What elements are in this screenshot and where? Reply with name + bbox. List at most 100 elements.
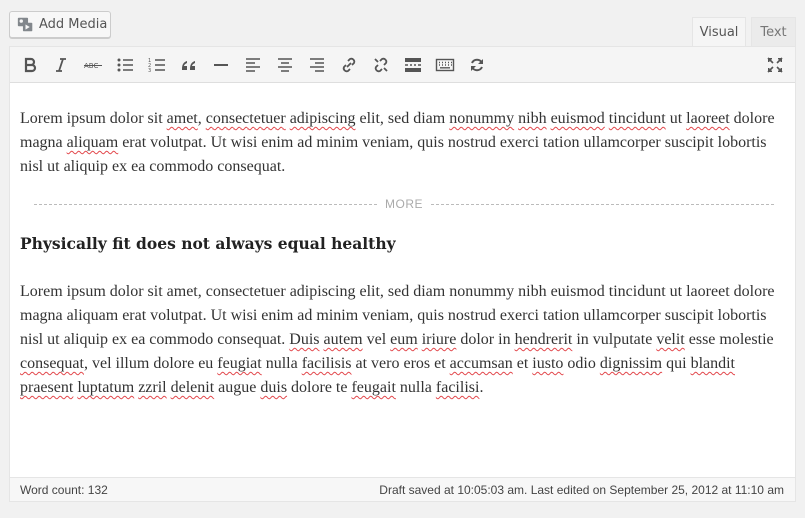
text-run: esse molestie (684, 331, 774, 348)
text-run: dolor in (456, 331, 515, 348)
misspelled-word: adipiscing (289, 110, 356, 127)
word-count: Word count: 132 (20, 483, 108, 497)
refresh-icon (471, 58, 483, 72)
media-icon (17, 16, 34, 33)
read-more-icon (405, 58, 421, 72)
misspelled-word: nibh (518, 110, 547, 127)
misspelled-word: facilisis (301, 355, 352, 372)
misspelled-word: facilisi (435, 379, 480, 396)
misspelled-word: iusto (532, 355, 564, 372)
text-run: Lorem ipsum dolor sit (20, 110, 167, 127)
strikethrough-button[interactable]: ABC (79, 50, 107, 80)
add-media-label: Add Media (39, 17, 108, 32)
misspelled-word: feugait (351, 379, 396, 396)
misspelled-word: velit (656, 331, 685, 348)
horizontal-line-icon (214, 64, 228, 66)
misspelled-word: feugiat (217, 355, 262, 372)
paragraph-2: Lorem ipsum dolor sit amet, consectetuer… (20, 280, 785, 400)
text-run: odio (563, 355, 600, 372)
text-run: elit, sed diam (355, 110, 450, 127)
text-run: dolore te (287, 379, 352, 396)
text-run: augue (214, 379, 261, 396)
toolbar-toggle-button[interactable] (431, 50, 459, 80)
text-run: ut (665, 110, 687, 127)
misspelled-word: amet (166, 110, 198, 127)
more-dash-left (34, 203, 377, 205)
misspelled-word: delenit (170, 379, 215, 396)
status-bar: Word count: 132 Draft saved at 10:05:03 … (10, 477, 795, 501)
numbered-list-icon: 123 (148, 58, 165, 74)
italic-icon (56, 58, 66, 72)
misspelled-word: aliquam (66, 134, 119, 151)
align-right-button[interactable] (303, 50, 331, 80)
text-run: qui (662, 355, 691, 372)
draft-status: Draft saved at 10:05:03 am. Last edited … (379, 483, 784, 497)
bulleted-list-icon (117, 58, 133, 72)
text-run: at vero eros et (351, 355, 450, 372)
editor-container: ABC 123 Lorem ipsum dolor sit amet, cons… (9, 46, 796, 502)
italic-button[interactable] (47, 50, 75, 80)
refresh-button[interactable] (463, 50, 491, 80)
misspelled-word: zzril (138, 379, 167, 396)
keyboard-icon (435, 58, 455, 72)
unlink-icon (374, 57, 388, 73)
read-more-separator: MORE (34, 196, 774, 212)
text-run: erat volutpat. Ut wisi enim ad minim ven… (20, 134, 767, 175)
more-label: MORE (385, 197, 423, 211)
strikethrough-icon: ABC (84, 62, 102, 70)
text-run: . (479, 379, 484, 396)
remove-link-button[interactable] (367, 50, 395, 80)
text-run: in vulputate (572, 331, 657, 348)
fullscreen-button[interactable] (761, 50, 789, 80)
misspelled-word: dignissim (599, 355, 663, 372)
svg-text:3: 3 (148, 68, 151, 74)
misspelled-word: euismod (550, 110, 605, 127)
horizontal-line-button[interactable] (207, 50, 235, 80)
text-run: et (512, 355, 533, 372)
paragraph-1: Lorem ipsum dolor sit amet, consectetuer… (20, 107, 785, 179)
misspelled-word: nonummy (449, 110, 515, 127)
misspelled-word: consectetuer (205, 110, 286, 127)
text-run: , vel illum dolore eu (83, 355, 218, 372)
misspelled-word: luptatum (77, 379, 135, 396)
bold-icon (24, 57, 37, 73)
misspelled-word: eum (390, 331, 418, 348)
content-heading: Physically fit does not always equal hea… (20, 234, 396, 253)
misspelled-word: iriure (421, 331, 457, 348)
insert-link-button[interactable] (335, 50, 363, 80)
align-right-icon (310, 58, 324, 72)
add-media-button[interactable]: Add Media (9, 11, 111, 38)
blockquote-icon (182, 61, 195, 70)
text-run: nulla (261, 355, 302, 372)
tab-text[interactable]: Text (751, 17, 796, 46)
align-left-button[interactable] (239, 50, 267, 80)
blockquote-button[interactable] (175, 50, 203, 80)
misspelled-word: laoreet (686, 110, 730, 127)
bulleted-list-button[interactable] (111, 50, 139, 80)
align-left-icon (246, 58, 260, 72)
editor-content-area-2[interactable]: Lorem ipsum dolor sit amet, consectetuer… (20, 280, 785, 400)
misspelled-word: Duis (289, 331, 320, 348)
misspelled-word: blandit (690, 355, 735, 372)
misspelled-word: duis (260, 379, 288, 396)
editor-content-area[interactable]: Lorem ipsum dolor sit amet, consectetuer… (20, 107, 785, 179)
misspelled-word: tincidunt (608, 110, 666, 127)
misspelled-word: autem (323, 331, 363, 348)
align-center-icon (278, 58, 292, 72)
misspelled-word: praesent (20, 379, 74, 396)
align-center-button[interactable] (271, 50, 299, 80)
misspelled-word: hendrerit (514, 331, 573, 348)
text-run: , (197, 110, 206, 127)
formatting-toolbar: ABC 123 (10, 47, 795, 83)
editor-header: Add Media Visual Text (0, 0, 805, 46)
fullscreen-icon (767, 57, 783, 73)
more-dash-right (431, 203, 774, 205)
text-run: vel (362, 331, 391, 348)
insert-more-button[interactable] (399, 50, 427, 80)
misspelled-word: accumsan (449, 355, 513, 372)
text-run: nulla (395, 379, 436, 396)
numbered-list-button[interactable]: 123 (143, 50, 171, 80)
link-icon (342, 57, 356, 73)
tab-visual[interactable]: Visual (692, 17, 746, 46)
bold-button[interactable] (16, 50, 44, 80)
